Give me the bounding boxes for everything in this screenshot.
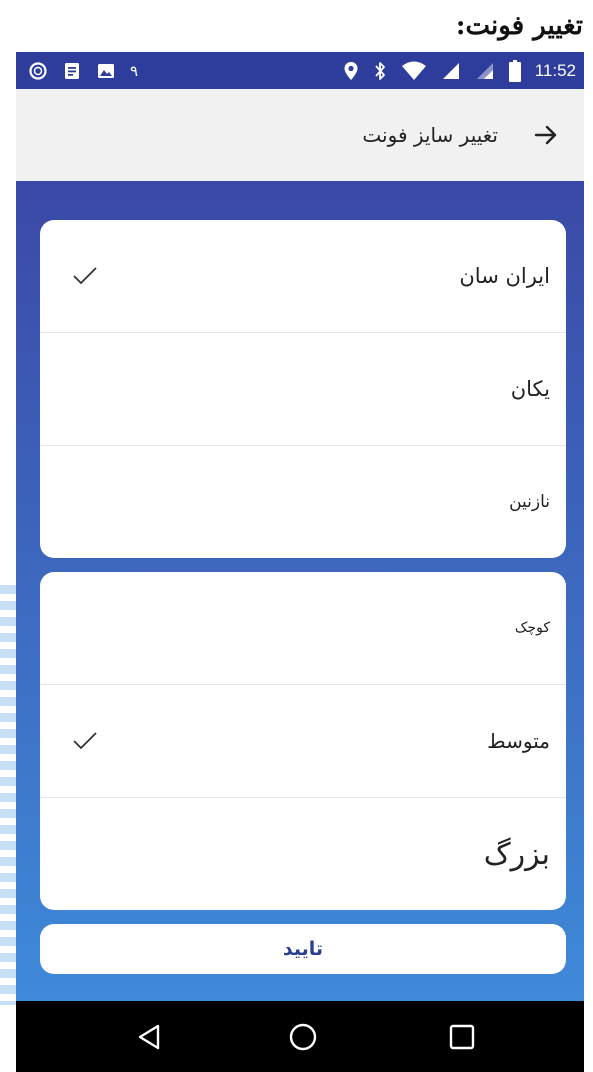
font-option-label: نازنین [509, 492, 550, 512]
status-left-icons: ۹ [28, 52, 138, 89]
font-option-iransans[interactable]: ایران سان [40, 220, 566, 333]
font-option-label: ایران سان [459, 264, 550, 288]
size-option-small[interactable]: کوچک [40, 572, 566, 685]
phone-screen: ۹ 11:52 تغییر سایز فونت ایران سان یکان ن… [16, 52, 584, 1072]
bluetooth-icon [373, 61, 387, 81]
circle-icon [28, 61, 48, 81]
background-decoration [0, 585, 16, 1005]
confirm-button[interactable]: تایید [40, 924, 566, 974]
status-clock: 11:52 [534, 60, 576, 80]
image-icon [96, 61, 116, 81]
check-icon [72, 685, 98, 797]
size-option-medium[interactable]: متوسط [40, 685, 566, 798]
font-option-yekan[interactable]: یکان [40, 333, 566, 446]
signal-icon [441, 61, 461, 81]
signal-icon-2 [475, 61, 495, 81]
system-nav-bar [16, 1001, 584, 1072]
nav-home-button[interactable] [273, 1001, 333, 1072]
nav-recents-button[interactable] [432, 1001, 492, 1072]
font-option-label: یکان [510, 377, 550, 401]
notification-digit: ۹ [130, 61, 139, 80]
location-icon [343, 61, 359, 81]
size-option-large[interactable]: بزرگ [40, 798, 566, 910]
battery-icon [508, 59, 521, 82]
app-toolbar: تغییر سایز فونت [16, 89, 584, 181]
font-size-list: کوچک متوسط بزرگ [40, 572, 566, 910]
page-caption: تغییر فونت: [455, 11, 583, 41]
doc-icon [62, 61, 82, 81]
settings-content: ایران سان یکان نازنین کوچک متوسط بزرگ تا… [16, 181, 584, 1001]
size-option-label: بزرگ [483, 836, 550, 872]
size-option-label: متوسط [487, 729, 550, 753]
arrow-right-icon [534, 125, 557, 145]
status-bar: ۹ 11:52 [16, 52, 584, 89]
font-option-nazanin[interactable]: نازنین [40, 446, 566, 558]
font-family-list: ایران سان یکان نازنین [40, 220, 566, 558]
page-title: تغییر سایز فونت [362, 123, 498, 147]
circle-home-icon [289, 1023, 317, 1050]
back-button[interactable] [526, 115, 566, 155]
wifi-icon [401, 61, 427, 81]
triangle-back-icon [138, 1024, 160, 1049]
status-right-icons: 11:52 [343, 52, 576, 89]
nav-back-button[interactable] [119, 1001, 179, 1072]
check-icon [72, 220, 98, 332]
size-option-label: کوچک [514, 620, 550, 636]
square-recents-icon [449, 1024, 475, 1049]
